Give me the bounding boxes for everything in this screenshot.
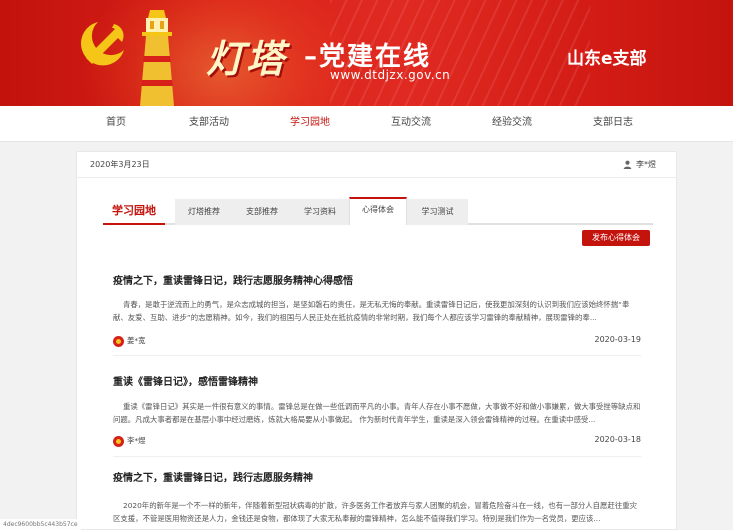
content-panel: 2020年3月23日 李*煜 学习园地 灯塔推荐 支部推荐 学习资料 心得体会 … bbox=[76, 151, 677, 530]
sub-tabs: 灯塔推荐 支部推荐 学习资料 心得体会 学习测试 bbox=[175, 197, 468, 225]
site-banner: 灯塔 –党建在线 www.dtdjzx.gov.cn 山东e支部 bbox=[0, 0, 733, 106]
article-title[interactable]: 疫情之下，重读雷锋日记，践行志愿服务精神心得感悟 bbox=[113, 272, 353, 287]
avatar bbox=[113, 435, 124, 447]
lighthouse-icon bbox=[140, 10, 174, 106]
nav-item-study-garden[interactable]: 学习园地 bbox=[275, 106, 345, 142]
list-item: 疫情之下，重读雷锋日记，践行志愿服务精神 2020年的新年是一个不一样的新年，伴… bbox=[113, 469, 641, 530]
main-nav: 首页 支部活动 学习园地 互动交流 经验交流 支部日志 bbox=[0, 106, 733, 142]
current-date: 2020年3月23日 bbox=[90, 160, 150, 169]
logo-calligraphy: 灯塔 bbox=[206, 36, 287, 81]
party-emblem-icon bbox=[81, 22, 124, 66]
post-experience-button[interactable]: 发布心得体会 bbox=[582, 230, 650, 246]
author-name: 李*煜 bbox=[127, 436, 146, 445]
branch-name: 山东e支部 bbox=[567, 49, 647, 69]
site-url: www.dtdjzx.gov.cn bbox=[330, 68, 451, 82]
tab-branch-recommend[interactable]: 支部推荐 bbox=[233, 199, 291, 225]
user-icon bbox=[623, 160, 632, 169]
article-author: 姜*宽 bbox=[113, 335, 145, 347]
nav-item-branch-log[interactable]: 支部日志 bbox=[578, 106, 648, 142]
list-item: 重读《雷锋日记》，感悟雷锋精神 重读《雷锋日记》其实是一件很有意义的事情。雷锋总… bbox=[113, 373, 641, 457]
date-bar: 2020年3月23日 李*煜 bbox=[77, 152, 676, 178]
tab-experience-notes[interactable]: 心得体会 bbox=[349, 197, 407, 225]
tab-study-materials[interactable]: 学习资料 bbox=[291, 199, 349, 225]
author-name: 姜*宽 bbox=[127, 336, 146, 345]
article-excerpt: 2020年的新年是一个不一样的新年，伴随着新型冠状病毒的扩散，许多医务工作者放弃… bbox=[113, 501, 637, 523]
article-date: 2020-03-19 bbox=[594, 335, 642, 344]
nav-item-interaction[interactable]: 互动交流 bbox=[376, 106, 446, 142]
article-title[interactable]: 疫情之下，重读雷锋日记，践行志愿服务精神 bbox=[113, 469, 313, 484]
tab-study-test[interactable]: 学习测试 bbox=[407, 199, 468, 225]
avatar bbox=[113, 335, 124, 347]
article-meta: 李*煜 2020-03-18 bbox=[113, 435, 641, 449]
section-title: 学习园地 bbox=[103, 199, 165, 225]
divider bbox=[113, 456, 641, 457]
tab-lighthouse-recommend[interactable]: 灯塔推荐 bbox=[175, 199, 233, 225]
footer-hash: 4dec9600bb5c443b57ce bbox=[0, 519, 81, 530]
divider bbox=[113, 355, 641, 356]
section-tabbar: 学习园地 灯塔推荐 支部推荐 学习资料 心得体会 学习测试 bbox=[103, 197, 653, 225]
article-title[interactable]: 重读《雷锋日记》，感悟雷锋精神 bbox=[113, 373, 258, 388]
nav-item-experience[interactable]: 经验交流 bbox=[477, 106, 547, 142]
article-excerpt: 青春，是敢于逆流而上的勇气，是众志成城的担当，是坚如磐石的责任，是无私无悔的奉献… bbox=[113, 300, 630, 322]
nav-item-home[interactable]: 首页 bbox=[81, 106, 151, 142]
article-author: 李*煜 bbox=[113, 435, 145, 447]
article-excerpt: 重读《雷锋日记》其实是一件很有意义的事情。雷锋总是在做一些低调而平凡的小事。青年… bbox=[113, 402, 641, 424]
list-item: 疫情之下，重读雷锋日记，践行志愿服务精神心得感悟 青春，是敢于逆流而上的勇气，是… bbox=[113, 272, 641, 356]
user-name: 李*煜 bbox=[636, 160, 656, 169]
article-meta: 姜*宽 2020-03-19 bbox=[113, 335, 641, 349]
user-info[interactable]: 李*煜 bbox=[623, 159, 656, 170]
nav-item-branch-activities[interactable]: 支部活动 bbox=[174, 106, 244, 142]
article-date: 2020-03-18 bbox=[594, 435, 642, 444]
